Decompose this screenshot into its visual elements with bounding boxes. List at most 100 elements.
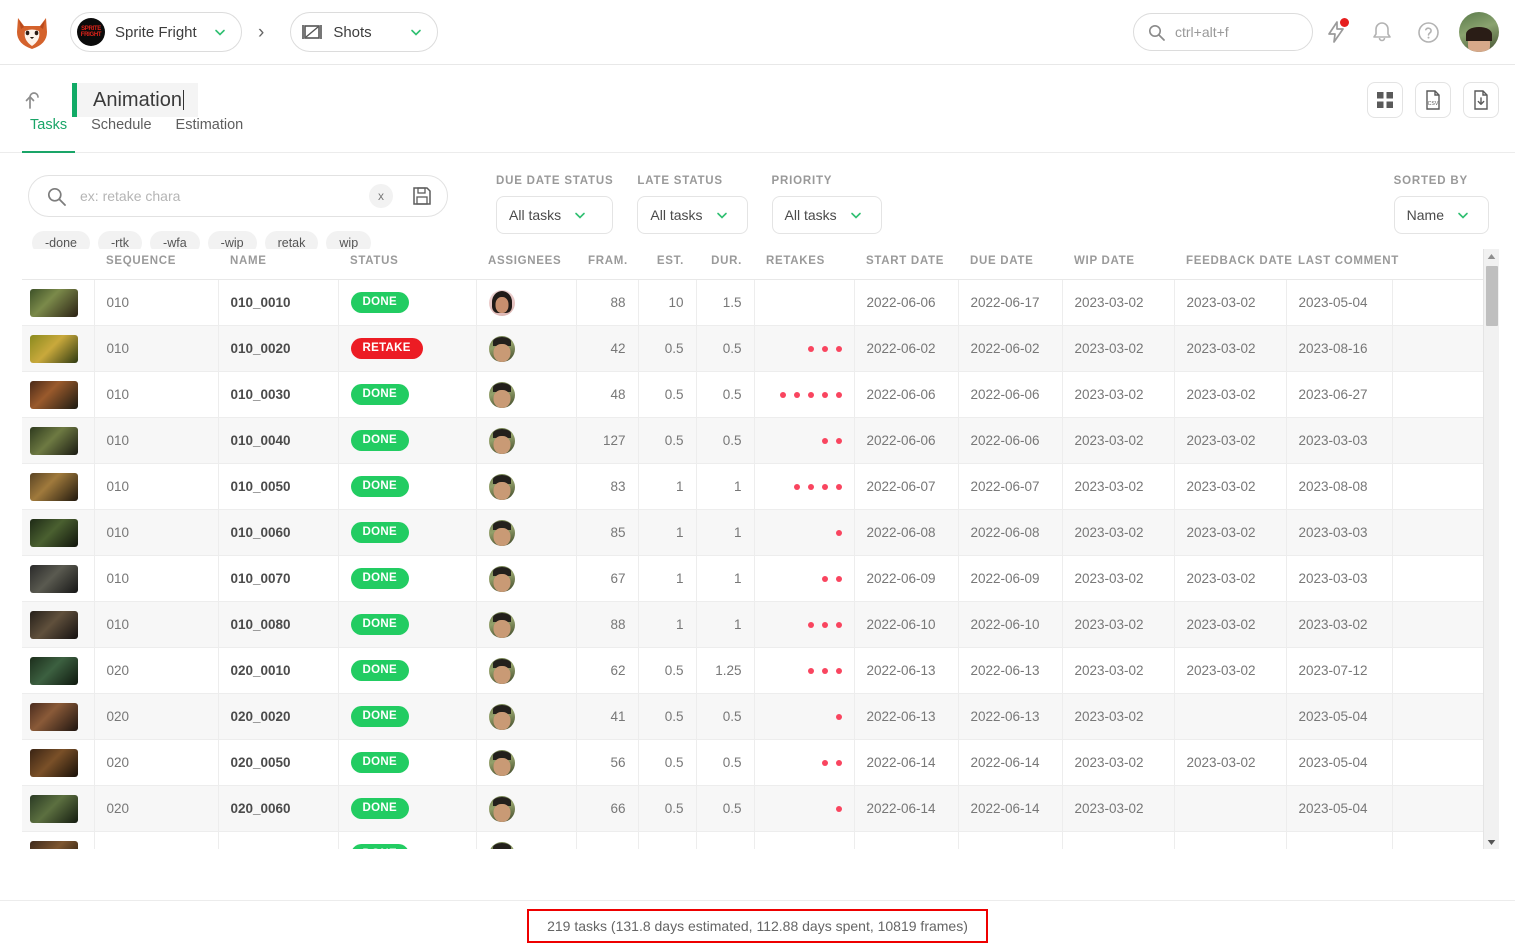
table-row[interactable]: 010 010_0050 DONE 83 1 1 2022-06-07 2022-06-07 2… <box>22 463 1485 510</box>
cell-name[interactable]: 020_0060 <box>217 785 339 832</box>
shot-thumbnail[interactable] <box>30 472 78 501</box>
cell-name[interactable]: 020_0010 <box>217 647 339 694</box>
cell-start-date[interactable]: 2022-06-15 <box>853 831 959 849</box>
cell-start-date[interactable]: 2022-06-14 <box>853 785 959 832</box>
scroll-down-arrow-icon[interactable] <box>1484 835 1499 849</box>
assignee-avatar[interactable] <box>488 749 515 776</box>
col-due-date[interactable]: DUE DATE <box>958 249 1062 280</box>
row-thumbnail-cell[interactable] <box>22 463 95 510</box>
cell-estimation[interactable]: 0.5 <box>637 417 697 464</box>
notifications-button[interactable] <box>1359 12 1405 52</box>
cell-assignees[interactable] <box>475 647 577 694</box>
col-name[interactable]: NAME <box>218 249 338 280</box>
status-badge[interactable]: RETAKE <box>350 338 423 359</box>
col-frames[interactable]: FRAM. <box>576 249 638 280</box>
import-csv-button[interactable]: CSV <box>1415 82 1451 118</box>
cell-start-date[interactable]: 2022-06-06 <box>853 417 959 464</box>
scrollbar-thumb[interactable] <box>1486 266 1498 326</box>
cell-estimation[interactable]: 1 <box>637 831 697 849</box>
priority-select[interactable]: All tasks <box>771 196 882 234</box>
grid-view-button[interactable] <box>1367 82 1403 118</box>
status-badge[interactable]: DONE <box>350 660 409 681</box>
cell-due-date[interactable]: 2022-06-15 <box>957 831 1063 849</box>
status-badge[interactable]: DONE <box>350 798 409 819</box>
project-selector[interactable]: SPRITE FRIGHT Sprite Fright <box>70 12 242 52</box>
status-badge[interactable]: DONE <box>350 614 409 635</box>
shot-thumbnail[interactable] <box>30 610 78 639</box>
cell-start-date[interactable]: 2022-06-14 <box>853 739 959 786</box>
cell-name[interactable]: 010_0040 <box>217 417 339 464</box>
help-button[interactable] <box>1405 12 1451 52</box>
page-title-field[interactable]: Animation <box>72 83 198 117</box>
assignee-avatar[interactable] <box>488 657 515 684</box>
assignee-avatar[interactable] <box>488 841 515 849</box>
cell-assignees[interactable] <box>475 279 577 326</box>
cell-estimation[interactable]: 1 <box>637 601 697 648</box>
back-arrow-icon[interactable] <box>22 88 46 112</box>
status-badge[interactable]: DONE <box>350 568 409 589</box>
cell-assignees[interactable] <box>475 325 577 372</box>
cell-assignees[interactable] <box>475 463 577 510</box>
tab-tasks[interactable]: Tasks <box>22 117 83 153</box>
row-thumbnail-cell[interactable] <box>22 647 95 694</box>
assignee-avatar[interactable] <box>488 795 515 822</box>
cell-status[interactable]: DONE <box>337 785 477 832</box>
col-duration[interactable]: DUR. <box>696 249 754 280</box>
cell-status[interactable]: DONE <box>337 693 477 740</box>
table-row[interactable]: 020 020_0060 DONE 66 0.5 0.5 2022-06-14 2022-06… <box>22 785 1485 832</box>
cell-due-date[interactable]: 2022-06-13 <box>957 647 1063 694</box>
table-row[interactable]: 010 010_0030 DONE 48 0.5 0.5 2022-06-06 2022-06… <box>22 371 1485 418</box>
cell-estimation[interactable]: 0.5 <box>637 371 697 418</box>
cell-due-date[interactable]: 2022-06-06 <box>957 371 1063 418</box>
cell-status[interactable]: RETAKE <box>337 325 477 372</box>
assignee-avatar[interactable] <box>488 473 515 500</box>
shot-thumbnail[interactable] <box>30 288 78 317</box>
status-badge[interactable]: DONE <box>350 844 409 849</box>
status-badge[interactable]: DONE <box>350 752 409 773</box>
shot-thumbnail[interactable] <box>30 380 78 409</box>
status-badge[interactable]: DONE <box>350 522 409 543</box>
cell-start-date[interactable]: 2022-06-02 <box>853 325 959 372</box>
cell-status[interactable]: DONE <box>337 509 477 556</box>
table-row[interactable]: 020 020_0010 DONE 62 0.5 1.25 2022-06-13 2022-0… <box>22 647 1485 694</box>
table-row[interactable]: 020020_0070DONE63112022-06-152022-06-152… <box>22 831 1485 849</box>
cell-status[interactable]: DONE <box>337 647 477 694</box>
cell-assignees[interactable] <box>475 417 577 464</box>
shot-thumbnail[interactable] <box>30 518 78 547</box>
table-row[interactable]: 020 020_0050 DONE 56 0.5 0.5 2022-06-14 2022-06… <box>22 739 1485 786</box>
cell-due-date[interactable]: 2022-06-13 <box>957 693 1063 740</box>
cell-assignees[interactable] <box>475 555 577 602</box>
col-start-date[interactable]: START DATE <box>854 249 958 280</box>
shot-thumbnail[interactable] <box>30 748 78 777</box>
shot-thumbnail[interactable] <box>30 840 78 849</box>
assignee-avatar[interactable] <box>488 703 515 730</box>
status-badge[interactable]: DONE <box>350 292 409 313</box>
col-wip-date[interactable]: WIP DATE <box>1062 249 1174 280</box>
col-assignees[interactable]: ASSIGNEES <box>476 249 576 280</box>
cell-assignees[interactable] <box>475 831 577 849</box>
cell-name[interactable]: 010_0060 <box>217 509 339 556</box>
entity-type-selector[interactable]: Shots <box>290 12 439 52</box>
shot-thumbnail[interactable] <box>30 564 78 593</box>
cell-estimation[interactable]: 10 <box>637 279 697 326</box>
tab-estimation[interactable]: Estimation <box>168 117 260 152</box>
col-feedback-date[interactable]: FEEDBACK DATE <box>1174 249 1292 280</box>
cell-start-date[interactable]: 2022-06-09 <box>853 555 959 602</box>
table-row[interactable]: 020 020_0020 DONE 41 0.5 0.5 2022-06-13 2022-06… <box>22 693 1485 740</box>
cell-estimation[interactable]: 1 <box>637 463 697 510</box>
late-status-select[interactable]: All tasks <box>637 196 748 234</box>
col-retakes[interactable]: RETAKES <box>754 249 854 280</box>
assignee-avatar[interactable] <box>488 381 515 408</box>
row-thumbnail-cell[interactable] <box>22 371 95 418</box>
cell-estimation[interactable]: 0.5 <box>637 647 697 694</box>
row-thumbnail-cell[interactable] <box>22 739 95 786</box>
user-profile-avatar[interactable] <box>1459 12 1499 52</box>
col-estimation[interactable]: EST. <box>638 249 696 280</box>
table-row[interactable]: 010 010_0010 DONE 88 10 1.5 2022-06-06 2022-06-… <box>22 279 1485 326</box>
activity-button[interactable] <box>1313 12 1359 52</box>
assignee-avatar[interactable] <box>488 611 515 638</box>
cell-assignees[interactable] <box>475 693 577 740</box>
cell-name[interactable]: 020_0020 <box>217 693 339 740</box>
cell-due-date[interactable]: 2022-06-08 <box>957 509 1063 556</box>
cell-estimation[interactable]: 0.5 <box>637 739 697 786</box>
